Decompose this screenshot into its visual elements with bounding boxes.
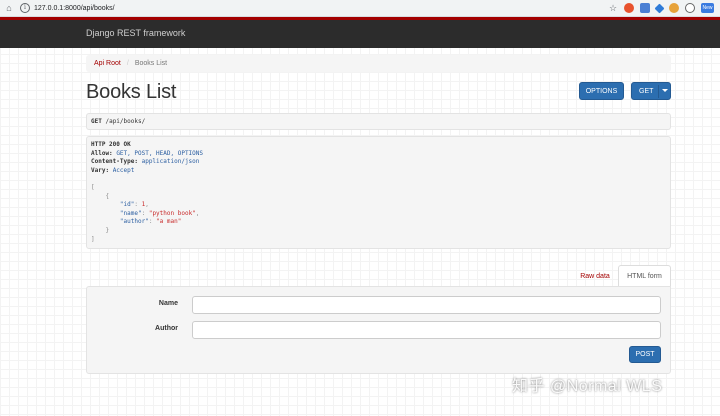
breadcrumb-api-root[interactable]: Api Root xyxy=(94,60,121,67)
browser-address-bar: ⌂ i 127.0.0.1:8000/api/books/ ☆ New xyxy=(0,0,720,17)
home-icon[interactable]: ⌂ xyxy=(2,1,16,15)
response-status: HTTP 200 OK xyxy=(91,141,131,148)
name-label: Name xyxy=(158,300,178,307)
json-open-bracket: [ xyxy=(91,183,95,191)
button-divider xyxy=(658,85,659,98)
response-header-vary: Vary: Accept xyxy=(91,166,135,174)
navbar: Django REST framework xyxy=(0,17,720,48)
tab-html-form[interactable]: HTML form xyxy=(618,265,671,287)
translate-icon[interactable] xyxy=(640,3,650,13)
get-button-label: GET xyxy=(639,87,654,95)
extension-icon[interactable] xyxy=(624,3,634,13)
name-input[interactable] xyxy=(192,296,661,314)
post-button[interactable]: POST xyxy=(629,346,661,363)
extension-icon[interactable] xyxy=(654,3,665,13)
page-title: Books List xyxy=(86,81,177,103)
json-open-brace: { xyxy=(105,192,110,200)
request-info: GET /api/books/ xyxy=(86,113,671,130)
get-button[interactable]: GET xyxy=(631,82,671,100)
request-method: GET xyxy=(91,118,102,125)
extension-icon[interactable] xyxy=(669,3,679,13)
address-url[interactable]: 127.0.0.1:8000/api/books/ xyxy=(34,5,115,12)
chevron-down-icon[interactable] xyxy=(662,89,668,92)
breadcrumb-books-list: Books List xyxy=(134,60,168,67)
breadcrumb: Api Root / Books List xyxy=(86,55,671,72)
options-button[interactable]: OPTIONS xyxy=(579,82,624,100)
json-close-bracket: ] xyxy=(91,235,95,243)
author-input[interactable] xyxy=(192,321,661,339)
response-content: HTTP 200 OK Allow: GET, POST, HEAD, OPTI… xyxy=(86,136,671,249)
json-field-name: "name": "python book", xyxy=(119,209,200,217)
json-field-author: "author": "a man" xyxy=(119,218,182,226)
request-path: /api/books/ xyxy=(105,118,146,125)
browser-extensions: ☆ New xyxy=(608,3,714,13)
json-field-id: "id": 1, xyxy=(119,201,149,209)
watermark: 知乎 @Normal WLS xyxy=(512,378,663,395)
breadcrumb-separator: / xyxy=(126,60,129,67)
response-header-content-type: Content-Type: application/json xyxy=(91,158,200,166)
tab-raw-data[interactable]: Raw data xyxy=(574,266,616,286)
response-header-allow: Allow: GET, POST, HEAD, OPTIONS xyxy=(91,149,204,157)
new-badge-icon[interactable]: New xyxy=(701,3,714,13)
json-close-brace: } xyxy=(105,226,110,234)
extension-icon[interactable] xyxy=(685,3,695,13)
info-icon[interactable]: i xyxy=(20,3,30,13)
navbar-brand[interactable]: Django REST framework xyxy=(86,28,185,38)
author-label: Author xyxy=(155,325,178,332)
star-icon[interactable]: ☆ xyxy=(608,3,618,13)
